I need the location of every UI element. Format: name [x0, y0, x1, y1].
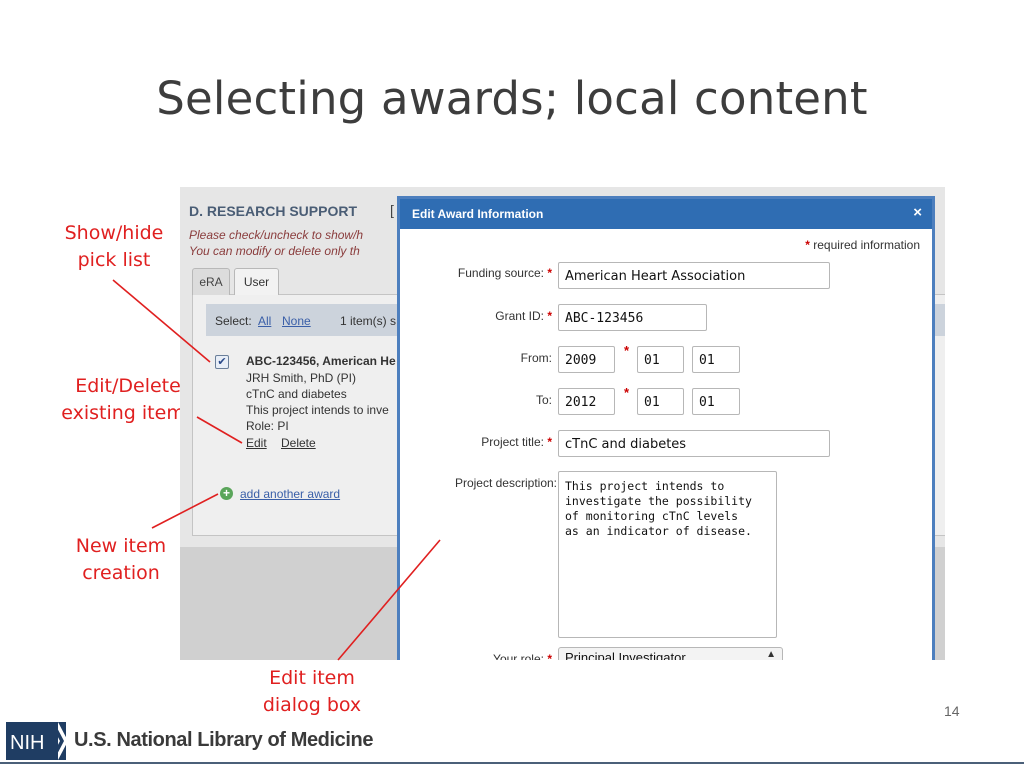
tab-era[interactable]: eRA: [192, 268, 230, 295]
app-screenshot: D. RESEARCH SUPPORT [ Please check/unche…: [180, 187, 945, 660]
from-label: From:: [520, 351, 552, 365]
required-note-text: required information: [813, 238, 920, 252]
annotation-line: creation: [82, 562, 160, 584]
description-line: as an indicator of disease.: [565, 524, 752, 538]
select-label: Select:: [215, 314, 252, 328]
description-line: investigate the possibility: [565, 494, 752, 508]
project-description-field[interactable]: This project intends to investigate the …: [558, 471, 777, 638]
to-required-star: *: [624, 385, 630, 400]
page-number: 14: [944, 703, 960, 719]
annotation-line: pick list: [77, 249, 151, 271]
nih-logo-text: NIH: [10, 732, 44, 754]
to-year-field[interactable]: 2012: [558, 388, 615, 415]
grant-id-label: Grant ID: *: [495, 309, 552, 323]
footer-divider: [0, 762, 1024, 764]
add-award-link[interactable]: add another award: [240, 487, 340, 501]
funding-source-field[interactable]: American Heart Association: [558, 262, 830, 289]
dialog-header: Edit Award Information ×: [400, 199, 932, 229]
grant-id-field[interactable]: ABC-123456: [558, 304, 707, 331]
annotation-line: Show/hide: [64, 222, 164, 244]
annotation-line: Edit item: [269, 667, 355, 689]
to-day-field[interactable]: 01: [692, 388, 740, 415]
item-count: 1 item(s) s: [340, 314, 397, 328]
select-none-link[interactable]: None: [282, 314, 311, 328]
edit-link[interactable]: Edit: [246, 436, 267, 450]
delete-link[interactable]: Delete: [281, 436, 316, 450]
required-note: * required information: [805, 238, 920, 252]
annotation-line: Edit/Delete: [75, 375, 181, 397]
plus-circle-icon[interactable]: +: [220, 487, 233, 500]
annotation-show-hide: Show/hide pick list: [58, 220, 170, 274]
edit-award-dialog: Edit Award Information × * required info…: [397, 196, 935, 660]
description-line: of monitoring cTnC levels: [565, 509, 739, 523]
description-line: This project intends to: [565, 479, 725, 493]
award-role: Role: PI: [246, 419, 289, 433]
annotation-line: New item: [75, 535, 167, 557]
note-line: Please check/uncheck to show/h: [189, 228, 364, 242]
label-text: Project title:: [481, 435, 544, 449]
award-checkbox[interactable]: ✔: [215, 355, 229, 369]
nih-logo: NIH: [6, 722, 68, 760]
close-icon[interactable]: ×: [913, 204, 922, 221]
your-role-label: Your role: *: [493, 652, 552, 660]
to-month-field[interactable]: 01: [637, 388, 684, 415]
your-role-select[interactable]: Principal Investigator ▲: [558, 647, 783, 660]
annotation-new-item: New item creation: [60, 533, 182, 587]
label-text: Grant ID:: [495, 309, 544, 323]
dialog-title: Edit Award Information: [412, 207, 544, 221]
note-line: You can modify or delete only th: [189, 244, 360, 258]
section-note: Please check/uncheck to show/h You can m…: [189, 227, 363, 259]
label-text: Funding source:: [457, 266, 544, 280]
organization-name: U.S. National Library of Medicine: [74, 729, 374, 751]
annotation-edit-dialog: Edit item dialog box: [252, 665, 372, 719]
from-year-field[interactable]: 2009: [558, 346, 615, 373]
section-title: D. RESEARCH SUPPORT: [189, 203, 358, 219]
from-day-field[interactable]: 01: [692, 346, 740, 373]
section-bracket: [: [390, 202, 394, 218]
label-text: Your role:: [493, 652, 544, 660]
award-description: This project intends to inve: [246, 403, 389, 417]
to-label: To:: [535, 393, 552, 407]
role-value: Principal Investigator: [565, 650, 686, 660]
project-title-label: Project title: *: [481, 435, 552, 449]
project-description-label: Project description:: [454, 476, 557, 490]
tab-user[interactable]: User: [234, 268, 279, 295]
select-arrows-icon: ▲: [766, 649, 776, 660]
funding-source-label: Funding source: *: [457, 266, 552, 280]
from-required-star: *: [624, 343, 630, 358]
slide-title: Selecting awards; local content: [156, 72, 868, 125]
annotation-line: existing items: [61, 402, 195, 424]
select-all-link[interactable]: All: [258, 314, 271, 328]
award-person: JRH Smith, PhD (PI): [246, 371, 357, 385]
project-title-field[interactable]: cTnC and diabetes: [558, 430, 830, 457]
award-title: ABC-123456, American He: [246, 354, 396, 368]
award-project: cTnC and diabetes: [246, 387, 347, 401]
from-month-field[interactable]: 01: [637, 346, 684, 373]
annotation-line: dialog box: [262, 694, 362, 716]
annotation-edit-delete: Edit/Delete existing items: [58, 373, 198, 427]
